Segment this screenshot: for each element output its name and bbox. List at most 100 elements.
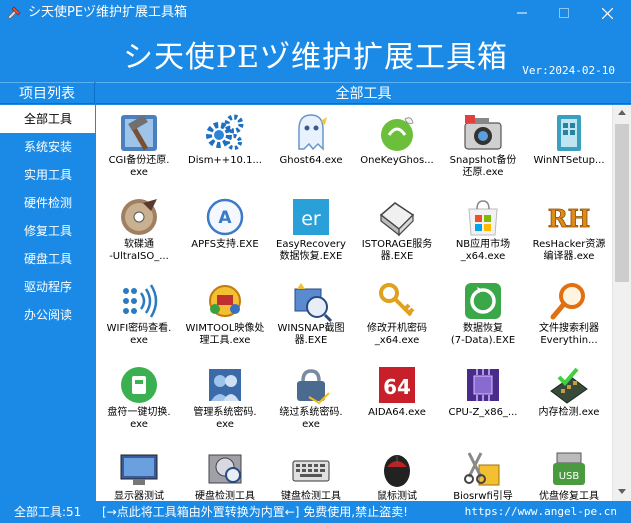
tool-label: Snapshot备份 还原.exe (449, 155, 517, 178)
chevron-down-icon (618, 489, 626, 494)
tool-item[interactable]: WINSNAP截图 器.EXE (268, 275, 354, 357)
sidebar-item-disk-tools[interactable]: 硬盘工具 (0, 245, 95, 273)
store-icon (468, 200, 498, 236)
tool-item[interactable]: 硬盘检测工具 (182, 443, 268, 501)
onekey-ghost-icon (381, 117, 414, 151)
vertical-scrollbar[interactable] (612, 105, 631, 501)
disc-icon (121, 199, 157, 235)
tool-item[interactable]: 管理系统密码. exe (182, 359, 268, 441)
gears-icon (206, 114, 244, 150)
title-bar[interactable]: シ天使PEヅ维护扩展工具箱 (0, 0, 631, 26)
tool-label: Dism++10.1... (188, 155, 262, 166)
tool-item[interactable]: er EasyRecovery 数据恢复.EXE (268, 191, 354, 273)
sidebar-item-repair-tools[interactable]: 修复工具 (0, 217, 95, 245)
tool-item[interactable]: 绕过系统密码. exe (268, 359, 354, 441)
tool-item[interactable]: 文件搜索利器 Everythin... (526, 275, 612, 357)
status-bar: 全部工具:51 [→点此将工具箱由外置转换为内置←] 免费使用,禁止盗卖! ht… (0, 501, 631, 523)
tool-item[interactable]: USB 优盘修复工具 (526, 443, 612, 501)
tool-item[interactable]: 盘符一键切换. exe (96, 359, 182, 441)
app-icon (7, 6, 21, 20)
tool-item[interactable]: 数据恢复 (7-Data).EXE (440, 275, 526, 357)
tool-label: OneKeyGhos... (360, 155, 434, 166)
scroll-thumb[interactable] (615, 124, 629, 282)
minimize-icon (517, 12, 527, 14)
scroll-up-button[interactable] (613, 105, 631, 122)
winsnap-icon (294, 283, 333, 323)
tool-label: 绕过系统密码. exe (279, 407, 343, 430)
ghost-icon (298, 114, 327, 151)
version-label: Ver:2024-02-10 (522, 64, 615, 77)
scroll-down-button[interactable] (613, 484, 631, 501)
mouse-icon (384, 455, 410, 487)
sidebar-item-office[interactable]: 办公阅读 (0, 301, 95, 329)
sidebar-item-utilities[interactable]: 实用工具 (0, 161, 95, 189)
aida64-icon: 64 (379, 367, 415, 403)
search-icon (550, 283, 585, 320)
tool-label: 硬盘检测工具 (195, 491, 255, 501)
maximize-icon (559, 8, 569, 18)
close-button[interactable] (586, 0, 628, 26)
tool-label: ResHacker资源 编译器.exe (532, 239, 606, 262)
tool-item[interactable]: NB应用市场 _x64.exe (440, 191, 526, 273)
tool-label: WIFI密码查看. exe (106, 323, 172, 346)
svg-text:A: A (218, 208, 232, 228)
tool-item[interactable]: 内存检测.exe (526, 359, 612, 441)
tool-label: WinNTSetup... (533, 155, 605, 166)
tool-label: 文件搜索利器 Everythin... (539, 323, 599, 346)
content-header: 全部工具 (96, 82, 631, 104)
app-window: シ天使PEヅ维护扩展工具箱 シ天使PEヅ维护扩展工具箱 Ver:2024-02-… (0, 0, 631, 523)
bios-icon (464, 452, 500, 486)
tool-item[interactable]: WIFI密码查看. exe (96, 275, 182, 357)
svg-text:RH: RH (548, 204, 591, 233)
tool-item[interactable]: 修改开机密码 _x64.exe (354, 275, 440, 357)
window-title: シ天使PEヅ维护扩展工具箱 (28, 5, 188, 20)
reshacker-icon: RH (547, 204, 591, 234)
svg-text:64: 64 (383, 375, 411, 399)
tool-item[interactable]: WinNTSetup... (526, 107, 612, 189)
tool-label: EasyRecovery 数据恢复.EXE (276, 239, 346, 262)
tool-item[interactable]: ISTORAGE服务 器.EXE (354, 191, 440, 273)
sidebar-item-hardware-check[interactable]: 硬件检测 (0, 189, 95, 217)
tool-label: 优盘修复工具 (539, 491, 599, 501)
sidebar: 全部工具 系统安装 实用工具 硬件检测 修复工具 硬盘工具 驱动程序 办公阅读 (0, 105, 95, 501)
tool-item[interactable]: OneKeyGhos... (354, 107, 440, 189)
website-link[interactable]: https://www.angel-pe.cn (465, 501, 617, 523)
tool-label: WINSNAP截图 器.EXE (277, 323, 345, 346)
banner: シ天使PEヅ维护扩展工具箱 Ver:2024-02-10 (0, 26, 631, 82)
tool-item[interactable]: CGI备份还原. exe (96, 107, 182, 189)
tool-label: 鼠标测试 (377, 491, 417, 501)
tool-item[interactable]: 64 AIDA64.exe (354, 359, 440, 441)
svg-text:USB: USB (559, 471, 580, 482)
tool-label: 盘符一键切换. exe (107, 407, 171, 430)
hdd-icon (208, 454, 242, 484)
keyboard-icon (292, 460, 330, 482)
tool-item[interactable]: Snapshot备份 还原.exe (440, 107, 526, 189)
tool-label: Biosrwfi引导 (453, 491, 513, 501)
tool-grid-panel: CGI备份还原. exe Dism++10.1... Ghost64.exe O… (96, 105, 631, 501)
tool-label: APFS支持.EXE (191, 239, 259, 250)
tool-item[interactable]: 显示器测试 (96, 443, 182, 501)
tool-label: 数据恢复 (7-Data).EXE (450, 323, 516, 346)
maximize-button[interactable] (543, 0, 585, 26)
tool-label: Ghost64.exe (279, 155, 343, 166)
tool-item[interactable]: Dism++10.1... (182, 107, 268, 189)
sidebar-item-all-tools[interactable]: 全部工具 (0, 105, 95, 133)
tool-item[interactable]: 键盘检测工具 (268, 443, 354, 501)
tool-item[interactable]: Ghost64.exe (268, 107, 354, 189)
tool-item[interactable]: CPU-Z_x86_... (440, 359, 526, 441)
apfs-icon: A (206, 198, 244, 236)
convert-link[interactable]: [→点此将工具箱由外置转换为内置←] 免费使用,禁止盗卖! (102, 501, 408, 523)
tool-item[interactable]: Biosrwfi引导 (440, 443, 526, 501)
sidebar-item-drivers[interactable]: 驱动程序 (0, 273, 95, 301)
tool-item[interactable]: A APFS支持.EXE (182, 191, 268, 273)
tool-label: 管理系统密码. exe (193, 407, 257, 430)
tool-item[interactable]: WIMTOOL映像处 理工具.exe (182, 275, 268, 357)
tool-item[interactable]: RH ResHacker资源 编译器.exe (526, 191, 612, 273)
tool-item[interactable]: 鼠标测试 (354, 443, 440, 501)
tool-item[interactable]: 软碟通 -UltraISO_... (96, 191, 182, 273)
minimize-button[interactable] (501, 0, 543, 26)
tool-label: CGI备份还原. exe (108, 155, 170, 178)
sidebar-item-system-install[interactable]: 系统安装 (0, 133, 95, 161)
tool-label: NB应用市场 _x64.exe (455, 239, 511, 262)
users-icon (209, 369, 241, 401)
